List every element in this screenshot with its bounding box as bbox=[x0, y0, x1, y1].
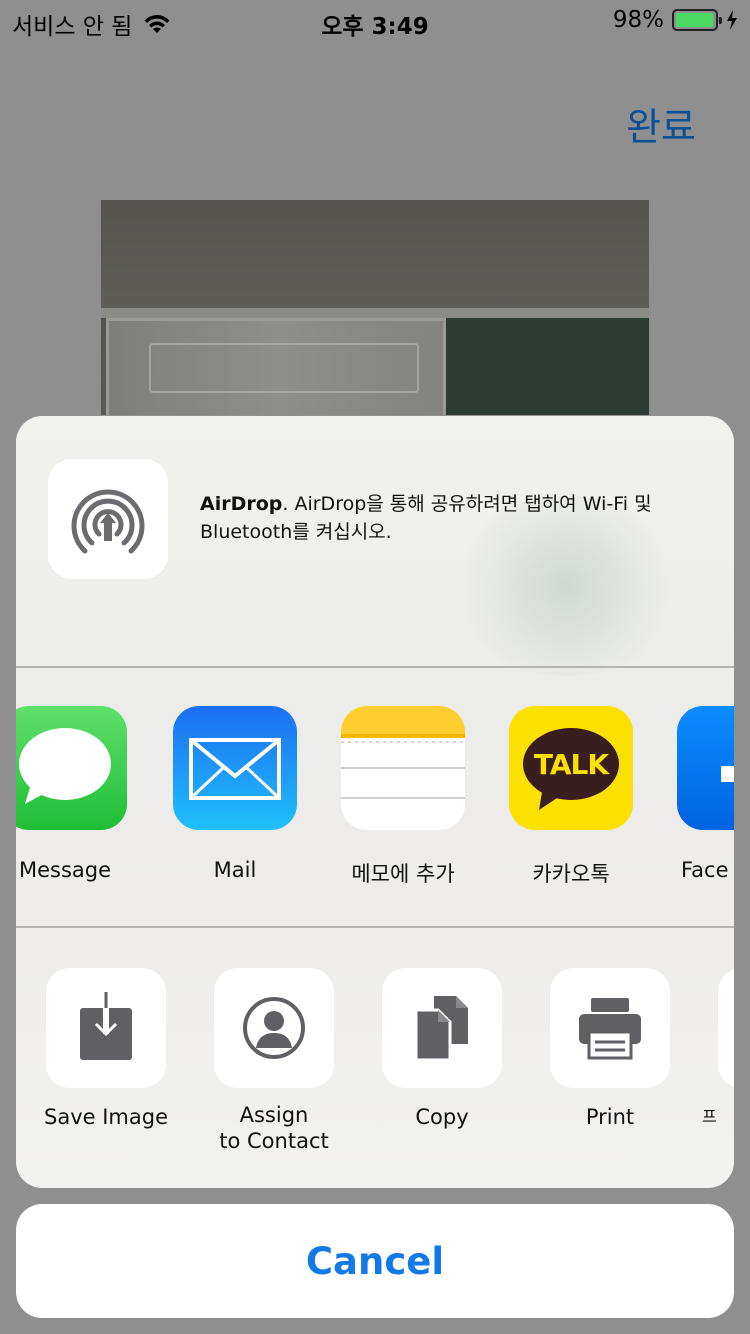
action-label-print: Print bbox=[585, 1105, 635, 1129]
status-right: 98% bbox=[613, 7, 738, 33]
facebook-icon[interactable] bbox=[677, 706, 734, 830]
print-glyph bbox=[579, 998, 641, 1060]
save-image-glyph bbox=[80, 992, 132, 1060]
copy-glyph bbox=[414, 996, 468, 1062]
airdrop-rings bbox=[71, 489, 145, 554]
notes-icon[interactable] bbox=[341, 706, 465, 830]
app-label-kakaotalk: 카카오톡 bbox=[532, 862, 610, 886]
action-assign-contact[interactable]: Assign to Contact bbox=[190, 968, 358, 1154]
contact-glyph bbox=[243, 997, 305, 1059]
actions-row: Save Image Assign to Contact Copy Print … bbox=[16, 928, 734, 1188]
airdrop-icon[interactable] bbox=[48, 459, 168, 579]
action-copy[interactable]: Copy bbox=[358, 968, 526, 1130]
app-label-notes: 메모에 추가 bbox=[351, 862, 455, 886]
save-image-icon[interactable] bbox=[46, 968, 166, 1088]
airdrop-description: AirDrop. AirDrop을 통해 공유하려면 탭하여 Wi-Fi 및 B… bbox=[200, 490, 710, 546]
action-save-image[interactable]: Save Image bbox=[22, 968, 190, 1130]
photo-preview bbox=[101, 200, 649, 415]
battery-percent: 98% bbox=[612, 7, 664, 33]
photo-handwriting bbox=[149, 343, 419, 393]
airdrop-row[interactable]: AirDrop. AirDrop을 통해 공유하려면 탭하여 Wi-Fi 및 B… bbox=[16, 416, 734, 666]
messages-icon[interactable] bbox=[16, 706, 127, 830]
app-messages[interactable]: Message bbox=[16, 706, 135, 882]
app-mail[interactable]: Mail bbox=[165, 706, 305, 882]
action-print[interactable]: Print bbox=[526, 968, 694, 1130]
status-bar: 서비스 안 됨 오후 3:49 98% bbox=[0, 0, 750, 40]
charging-bolt-icon bbox=[727, 10, 737, 30]
photo-whiteboard bbox=[106, 318, 446, 415]
cancel-button[interactable]: Cancel bbox=[16, 1204, 734, 1318]
print-icon[interactable] bbox=[550, 968, 670, 1088]
facebook-f bbox=[721, 766, 734, 782]
app-label-facebook: Face bbox=[681, 858, 729, 882]
apps-row: Message Mail 메모에 추가 TALK 카카오톡 Face bbox=[16, 668, 734, 926]
app-label-mail: Mail bbox=[213, 858, 257, 882]
battery-fill bbox=[676, 13, 714, 27]
notes-lines bbox=[341, 706, 465, 799]
share-sheet: AirDrop. AirDrop을 통해 공유하려면 탭하여 Wi-Fi 및 B… bbox=[16, 416, 734, 1188]
app-label-messages: Message bbox=[18, 858, 112, 882]
action-label-assign-contact: Assign to Contact bbox=[219, 1103, 329, 1153]
photo-wall bbox=[101, 200, 649, 310]
done-button[interactable]: 완료 bbox=[626, 96, 696, 151]
more-icon[interactable] bbox=[718, 968, 734, 1088]
messages-bubble bbox=[19, 728, 111, 804]
action-label-copy: Copy bbox=[415, 1105, 469, 1129]
kakaotalk-icon[interactable]: TALK bbox=[509, 706, 633, 830]
photo-greenboard bbox=[446, 318, 649, 415]
app-notes[interactable]: 메모에 추가 bbox=[333, 706, 473, 888]
battery-icon bbox=[672, 9, 722, 31]
battery-tip bbox=[719, 17, 722, 24]
photo-rail bbox=[101, 308, 649, 318]
app-kakaotalk[interactable]: TALK 카카오톡 bbox=[501, 706, 641, 888]
copy-icon[interactable] bbox=[382, 968, 502, 1088]
airdrop-title: AirDrop bbox=[200, 493, 283, 515]
app-facebook[interactable]: Face bbox=[669, 706, 734, 882]
action-more[interactable]: 프 bbox=[694, 968, 734, 1130]
action-label-save-image: Save Image bbox=[44, 1105, 168, 1129]
action-label-more: 프 bbox=[702, 1107, 717, 1126]
kakaotalk-badge: TALK bbox=[533, 748, 609, 781]
mail-envelope bbox=[189, 738, 281, 800]
contact-icon[interactable] bbox=[214, 968, 334, 1088]
mail-icon[interactable] bbox=[173, 706, 297, 830]
